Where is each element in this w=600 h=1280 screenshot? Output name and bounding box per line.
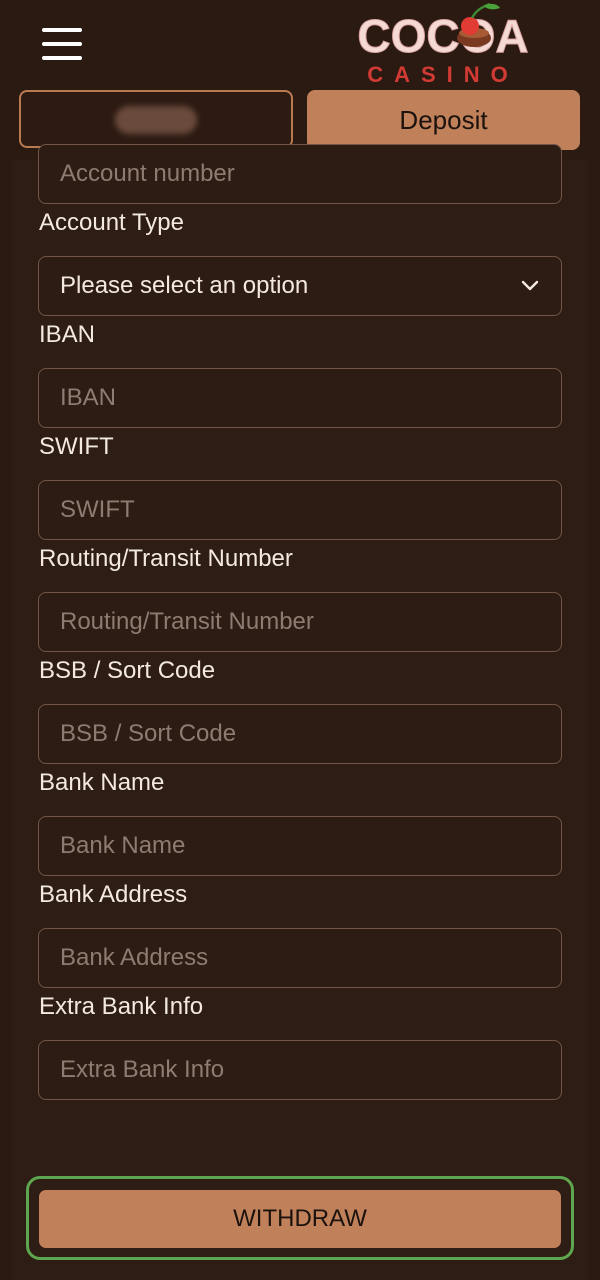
routing-input[interactable]: Routing/Transit Number: [38, 592, 562, 652]
bank-address-placeholder: Bank Address: [60, 944, 209, 971]
bank-name-label: Bank Name: [39, 769, 165, 796]
extra-bank-info-input[interactable]: Extra Bank Info: [38, 1040, 562, 1100]
logo-word-cocoa: COCOA: [357, 10, 528, 62]
iban-label: IBAN: [39, 321, 96, 348]
menu-bar: [42, 56, 82, 60]
bsb-sort-code-input[interactable]: BSB / Sort Code: [38, 704, 562, 764]
account-type-select[interactable]: Please select an option: [38, 256, 562, 316]
app-header: COCOA CASINO Deposit: [0, 0, 600, 160]
iban-input[interactable]: IBAN: [38, 368, 562, 428]
swift-input[interactable]: SWIFT: [38, 480, 562, 540]
chevron-down-icon: [521, 280, 539, 291]
deposit-button[interactable]: Deposit: [307, 90, 580, 150]
bank-name-input[interactable]: Bank Name: [38, 816, 562, 876]
withdraw-button-focus-ring: WITHDRAW: [26, 1176, 574, 1260]
iban-placeholder: IBAN: [60, 384, 117, 411]
cocoa-casino-logo[interactable]: COCOA CASINO: [338, 2, 548, 86]
balance-button[interactable]: [19, 90, 293, 148]
extra-bank-info-placeholder: Extra Bank Info: [60, 1056, 225, 1083]
logo-word-casino: CASINO: [367, 62, 519, 86]
withdraw-button[interactable]: WITHDRAW: [39, 1190, 561, 1248]
routing-placeholder: Routing/Transit Number: [60, 608, 314, 635]
bsb-sort-code-placeholder: BSB / Sort Code: [60, 720, 237, 747]
menu-bar: [42, 28, 82, 32]
hamburger-menu-icon[interactable]: [42, 28, 82, 60]
bank-address-label: Bank Address: [39, 881, 188, 908]
menu-bar: [42, 42, 82, 46]
bank-address-input[interactable]: Bank Address: [38, 928, 562, 988]
account-number-placeholder: Account number: [60, 160, 235, 187]
extra-bank-info-label: Extra Bank Info: [39, 993, 204, 1020]
account-number-input[interactable]: Account number: [38, 144, 562, 204]
bank-name-placeholder: Bank Name: [60, 832, 186, 859]
account-type-label: Account Type: [39, 209, 184, 236]
account-type-value: Please select an option: [60, 272, 309, 299]
bsb-sort-code-label: BSB / Sort Code: [39, 657, 216, 684]
routing-label: Routing/Transit Number: [39, 545, 293, 572]
swift-placeholder: SWIFT: [60, 496, 135, 523]
swift-label: SWIFT: [39, 433, 114, 460]
balance-amount-hidden: [115, 106, 197, 134]
